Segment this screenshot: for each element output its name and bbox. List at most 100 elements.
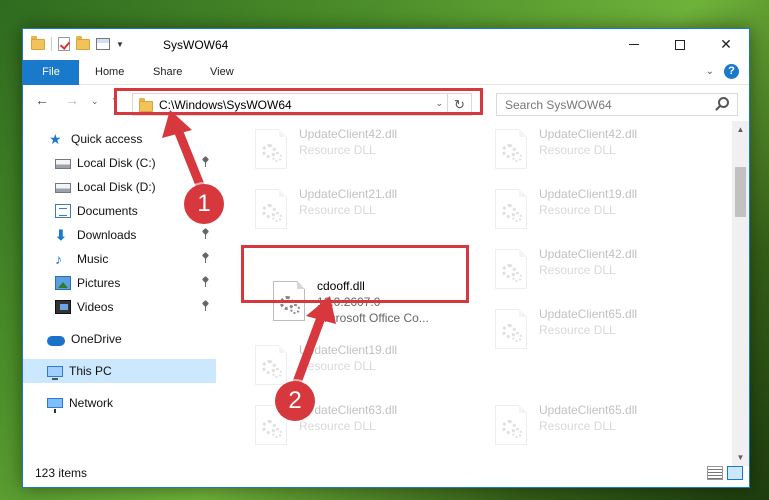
window-title: SysWOW64 bbox=[163, 38, 229, 52]
sidebar-item-label: Documents bbox=[77, 204, 138, 218]
ribbon-tabs: File Home Share View ⌄ ? bbox=[23, 60, 749, 85]
scrollbar-thumb[interactable] bbox=[735, 167, 746, 217]
recent-locations-chevron-icon[interactable]: ⌄ bbox=[91, 96, 99, 107]
minimize-icon bbox=[629, 44, 639, 45]
tab-view[interactable]: View bbox=[198, 60, 246, 85]
dll-file-icon bbox=[255, 345, 287, 385]
file-item[interactable]: UpdateClient21.dll Resource DLL bbox=[247, 183, 475, 239]
minimize-button[interactable] bbox=[611, 29, 657, 60]
tab-share[interactable]: Share bbox=[141, 60, 194, 85]
sidebar-item-label: Downloads bbox=[77, 228, 137, 242]
window-controls: ✕ bbox=[611, 29, 749, 60]
file-description: Resource DLL bbox=[299, 419, 376, 433]
onedrive-icon bbox=[47, 335, 65, 346]
sidebar-item-music[interactable]: ♪ Music bbox=[23, 247, 216, 271]
file-description: Resource DLL bbox=[539, 263, 616, 277]
close-button[interactable]: ✕ bbox=[703, 29, 749, 60]
file-name: UpdateClient42.dll bbox=[539, 247, 638, 261]
forward-arrow-icon[interactable]: → bbox=[65, 92, 79, 108]
file-item[interactable]: UpdateClient65.dll Resource DLL bbox=[487, 399, 715, 455]
back-arrow-icon[interactable]: ← bbox=[35, 92, 49, 108]
sidebar-item-label: Videos bbox=[77, 300, 114, 314]
address-bar-highlight bbox=[114, 88, 483, 115]
customize-toolbar-dropdown-icon[interactable]: ▼ bbox=[116, 40, 124, 49]
view-options-icon[interactable] bbox=[96, 38, 110, 50]
file-description: Microsoft Office Co... bbox=[317, 311, 429, 325]
file-description: Resource DLL bbox=[299, 143, 376, 157]
divider bbox=[51, 37, 52, 51]
dll-file-icon bbox=[495, 405, 527, 445]
maximize-button[interactable] bbox=[657, 29, 703, 60]
dll-file-icon bbox=[495, 129, 527, 169]
sidebar-item-label: Local Disk (C:) bbox=[77, 156, 156, 170]
item-count: 123 items bbox=[35, 466, 88, 480]
music-icon: ♪ bbox=[55, 251, 62, 267]
drive-icon bbox=[55, 183, 71, 193]
sidebar-item-onedrive[interactable]: OneDrive bbox=[23, 327, 216, 351]
properties-check-icon[interactable] bbox=[58, 37, 70, 51]
dll-file-icon bbox=[495, 249, 527, 289]
pin-icon bbox=[202, 229, 210, 239]
search-input[interactable]: Search SysWOW64 bbox=[496, 93, 738, 116]
close-icon: ✕ bbox=[720, 36, 732, 52]
file-item[interactable]: UpdateClient42.dll Resource DLL bbox=[487, 243, 715, 299]
sidebar-item-network[interactable]: Network bbox=[23, 391, 216, 415]
sidebar-item-local-disk-c[interactable]: Local Disk (C:) bbox=[23, 151, 216, 175]
file-name: UpdateClient19.dll bbox=[299, 343, 398, 357]
star-icon: ★ bbox=[49, 131, 62, 147]
folder-icon bbox=[31, 35, 45, 50]
pictures-icon bbox=[55, 276, 71, 290]
details-view-icon[interactable] bbox=[707, 466, 723, 480]
sidebar-item-pictures[interactable]: Pictures bbox=[23, 271, 216, 295]
new-folder-icon[interactable] bbox=[76, 35, 90, 50]
large-icons-view-icon[interactable] bbox=[727, 466, 743, 480]
drive-icon bbox=[55, 159, 71, 169]
file-item[interactable]: UpdateClient65.dll Resource DLL bbox=[487, 303, 715, 359]
file-description: Resource DLL bbox=[539, 419, 616, 433]
view-toggle bbox=[707, 466, 743, 480]
maximize-icon bbox=[675, 39, 685, 50]
file-description: Resource DLL bbox=[299, 203, 376, 217]
pin-icon bbox=[202, 277, 210, 287]
expand-ribbon-chevron-icon[interactable]: ⌄ bbox=[706, 66, 714, 77]
file-description: Resource DLL bbox=[539, 323, 616, 337]
dll-file-icon bbox=[255, 189, 287, 229]
callout-step-2: 2 bbox=[275, 381, 315, 421]
cdooff-file-highlight bbox=[241, 245, 469, 303]
dll-file-icon bbox=[255, 129, 287, 169]
sidebar-item-label: Pictures bbox=[77, 276, 121, 290]
file-item[interactable]: UpdateClient42.dll Resource DLL bbox=[247, 123, 475, 179]
file-item[interactable]: UpdateClient42.dll Resource DLL bbox=[487, 123, 715, 179]
search-placeholder[interactable]: Search SysWOW64 bbox=[505, 98, 612, 112]
callout-step-1: 1 bbox=[184, 184, 224, 224]
sidebar-item-label: Local Disk (D:) bbox=[77, 180, 156, 194]
sidebar-item-label: This PC bbox=[69, 364, 112, 378]
tab-file[interactable]: File bbox=[23, 60, 79, 85]
search-icon[interactable] bbox=[718, 97, 729, 108]
pin-icon bbox=[202, 157, 210, 167]
sidebar-item-quick-access[interactable]: ★ Quick access bbox=[23, 127, 216, 151]
sidebar-item-label: Quick access bbox=[71, 132, 143, 146]
sidebar-item-this-pc[interactable]: This PC bbox=[23, 359, 216, 383]
file-name: UpdateClient19.dll bbox=[539, 187, 638, 201]
file-description: Resource DLL bbox=[299, 359, 376, 373]
sidebar-item-label: OneDrive bbox=[71, 332, 122, 346]
file-description: Resource DLL bbox=[539, 143, 616, 157]
help-icon[interactable]: ? bbox=[724, 64, 739, 79]
ribbon-right-controls: ⌄ ? bbox=[706, 64, 739, 79]
videos-icon bbox=[55, 300, 71, 314]
vertical-scrollbar[interactable]: ▲ ▼ bbox=[732, 121, 749, 466]
dll-file-icon bbox=[495, 309, 527, 349]
sidebar-item-label: Music bbox=[77, 252, 109, 266]
tab-home[interactable]: Home bbox=[83, 60, 136, 85]
this-pc-icon bbox=[47, 365, 63, 380]
file-name: UpdateClient21.dll bbox=[299, 187, 398, 201]
file-name: UpdateClient42.dll bbox=[299, 127, 398, 141]
dll-file-icon bbox=[495, 189, 527, 229]
sidebar-item-downloads[interactable]: ⬇ Downloads bbox=[23, 223, 216, 247]
sidebar-item-videos[interactable]: Videos bbox=[23, 295, 216, 319]
file-description: Resource DLL bbox=[539, 203, 616, 217]
scroll-up-arrow-icon[interactable]: ▲ bbox=[732, 121, 749, 138]
downloads-icon: ⬇ bbox=[55, 227, 67, 243]
file-item[interactable]: UpdateClient19.dll Resource DLL bbox=[487, 183, 715, 239]
